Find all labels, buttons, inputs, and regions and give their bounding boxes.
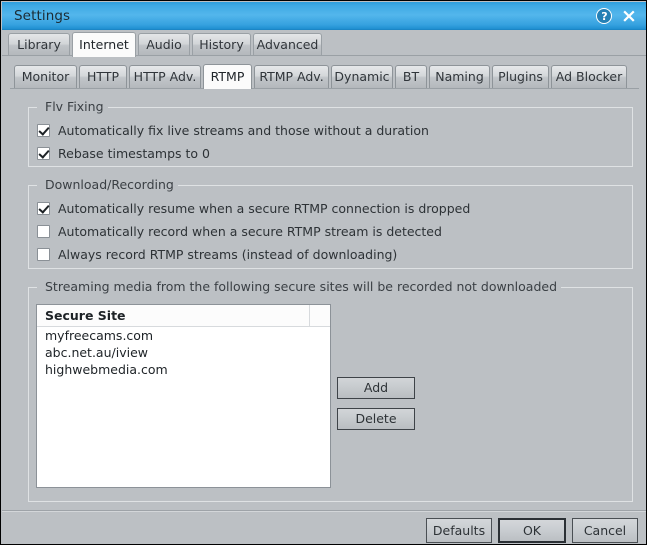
inner-tab-underline [10,88,639,89]
tab-internet[interactable]: Internet [72,32,136,57]
subtab-http-adv[interactable]: HTTP Adv. [129,65,201,88]
group-secure-sites: Streaming media from the following secur… [28,279,633,502]
group-flv-fixing-title: Flv Fixing [41,99,108,114]
group-border-right [99,107,632,108]
group-flv-fixing: Flv Fixing Automatically fix live stream… [28,99,633,167]
help-glyph: ? [601,10,608,23]
subtab-rtmp[interactable]: RTMP [203,64,252,89]
checkbox-box[interactable] [37,147,50,160]
checkbox-box[interactable] [37,225,50,238]
list-item[interactable]: myfreecams.com [37,327,330,344]
list-header-row: Secure Site [37,305,330,327]
column-divider [309,305,310,327]
checkbox-auto-resume-dropped[interactable]: Automatically resume when a secure RTMP … [37,200,597,220]
checkbox-box[interactable] [37,248,50,261]
defaults-button[interactable]: Defaults [426,518,492,543]
delete-site-button[interactable]: Delete [337,408,415,430]
checkbox-always-record-rtmp[interactable]: Always record RTMP streams (instead of d… [37,246,597,266]
tab-advanced[interactable]: Advanced [253,33,322,56]
subtab-dynamic[interactable]: Dynamic [331,65,393,88]
group-border-left [29,287,37,288]
subtab-bt[interactable]: BT [395,65,427,88]
close-icon[interactable]: × [619,5,639,27]
group-border-right [154,185,632,186]
subtab-plugins[interactable]: Plugins [492,65,549,88]
title-bar: Settings ? × [2,2,646,30]
checkbox-auto-fix-live-streams[interactable]: Automatically fix live streams and those… [37,122,597,142]
ok-button[interactable]: OK [498,518,566,543]
settings-page: Monitor HTTP HTTP Adv. RTMP RTMP Adv. Dy… [2,55,646,544]
subtab-ad-blocker[interactable]: Ad Blocker [551,65,627,88]
checkbox-label: Automatically record when a secure RTMP … [58,224,442,239]
inner-tab-bar: Monitor HTTP HTTP Adv. RTMP RTMP Adv. Dy… [2,63,646,89]
group-border-left [29,107,37,108]
list-item[interactable]: highwebmedia.com [37,361,330,378]
group-secure-sites-title: Streaming media from the following secur… [41,279,561,294]
tab-history[interactable]: History [192,33,251,56]
checkbox-label: Always record RTMP streams (instead of d… [58,247,398,262]
checkbox-rebase-timestamps[interactable]: Rebase timestamps to 0 [37,145,597,165]
tab-library[interactable]: Library [8,33,70,56]
checkbox-label: Automatically resume when a secure RTMP … [58,201,471,216]
group-download-recording-title: Download/Recording [41,177,178,192]
cancel-button[interactable]: Cancel [572,518,638,543]
group-download-recording: Download/Recording Automatically resume … [28,177,633,269]
subtab-naming[interactable]: Naming [429,65,490,88]
settings-window: Settings ? × Library Internet Audio Hist… [0,0,647,545]
column-header-secure-site[interactable]: Secure Site [45,308,126,323]
checkbox-auto-record-detected[interactable]: Automatically record when a secure RTMP … [37,223,597,243]
checkbox-label: Rebase timestamps to 0 [58,146,210,161]
secure-sites-list[interactable]: Secure Site myfreecams.com abc.net.au/iv… [36,304,331,488]
window-title: Settings [14,8,71,24]
tab-audio[interactable]: Audio [138,33,190,56]
subtab-rtmp-adv[interactable]: RTMP Adv. [254,65,329,88]
outer-tab-bar: Library Internet Audio History Advanced [2,30,646,57]
footer-separator [2,510,646,512]
checkbox-box[interactable] [37,202,50,215]
close-glyph: × [621,5,637,27]
list-item[interactable]: abc.net.au/iview [37,344,330,361]
subtab-http[interactable]: HTTP [79,65,127,88]
checkbox-label: Automatically fix live streams and those… [58,123,429,138]
group-border-left [29,185,37,186]
help-icon[interactable]: ? [595,7,615,27]
checkbox-box[interactable] [37,124,50,137]
subtab-monitor[interactable]: Monitor [14,65,77,88]
add-site-button[interactable]: Add [337,377,415,399]
